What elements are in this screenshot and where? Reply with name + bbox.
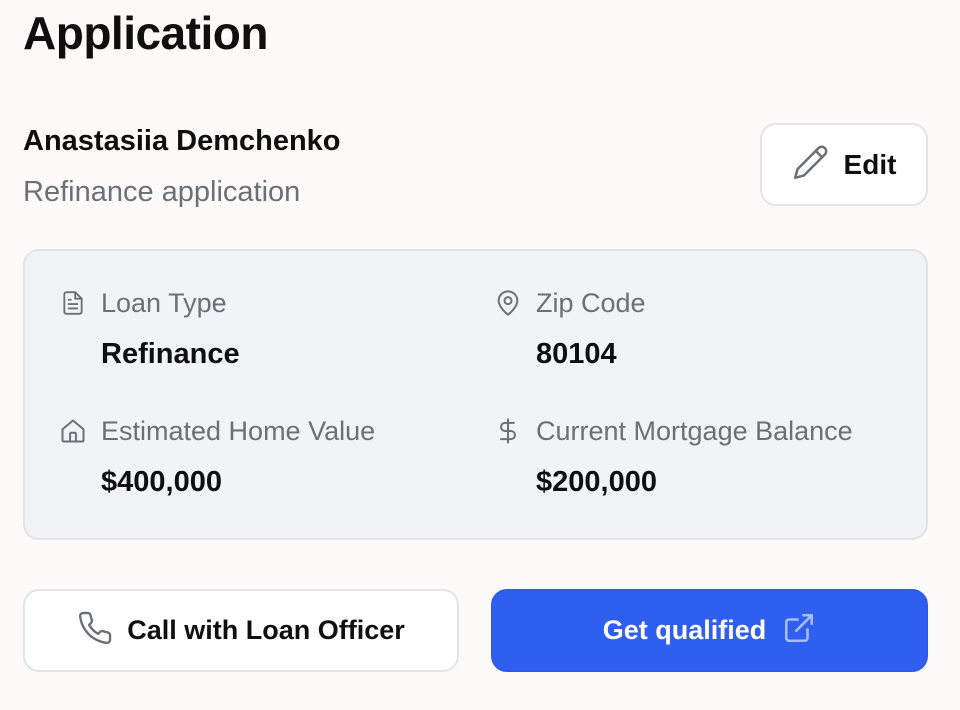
- detail-mortgage-balance: Current Mortgage Balance $200,000: [494, 415, 853, 499]
- detail-label: Loan Type: [101, 288, 227, 318]
- external-link-icon: [782, 611, 816, 650]
- home-icon: [59, 417, 87, 445]
- edit-button-label: Edit: [843, 148, 897, 180]
- application-details-card: Loan Type Refinance Zip Code 80104 Estim…: [23, 249, 928, 540]
- detail-label: Current Mortgage Balance: [536, 416, 853, 446]
- detail-value: $400,000: [101, 466, 222, 498]
- get-qualified-label: Get qualified: [602, 615, 767, 645]
- dollar-icon: [494, 417, 522, 445]
- pencil-icon: [792, 143, 830, 186]
- detail-zip-code: Zip Code 80104: [494, 287, 646, 371]
- detail-value: Refinance: [101, 338, 240, 370]
- phone-icon: [77, 610, 113, 651]
- document-icon: [59, 289, 87, 317]
- detail-value: 80104: [536, 338, 617, 370]
- detail-label: Zip Code: [536, 288, 646, 318]
- detail-label: Estimated Home Value: [101, 416, 376, 446]
- page-title: Application: [23, 7, 268, 59]
- get-qualified-button[interactable]: Get qualified: [491, 589, 928, 672]
- call-button-label: Call with Loan Officer: [127, 615, 405, 645]
- call-loan-officer-button[interactable]: Call with Loan Officer: [23, 589, 459, 672]
- detail-loan-type: Loan Type Refinance: [59, 287, 240, 371]
- detail-home-value: Estimated Home Value $400,000: [59, 415, 375, 499]
- map-pin-icon: [494, 289, 522, 317]
- applicant-name: Anastasiia Demchenko: [23, 125, 341, 157]
- application-subtitle: Refinance application: [23, 176, 301, 208]
- detail-value: $200,000: [536, 466, 657, 498]
- edit-button[interactable]: Edit: [760, 123, 928, 206]
